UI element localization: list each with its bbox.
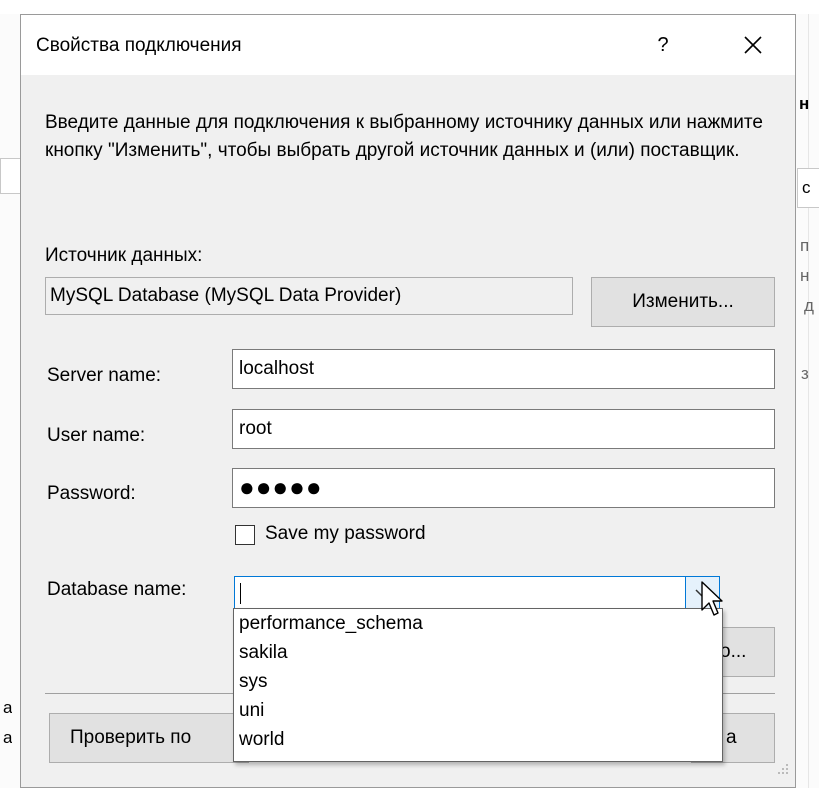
chevron-down-icon bbox=[695, 589, 709, 598]
background-text: з bbox=[801, 364, 809, 383]
dialog-titlebar: Свойства подключения ? bbox=[21, 15, 795, 75]
advanced-button-label: о... bbox=[720, 641, 747, 662]
dialog-title: Свойства подключения bbox=[36, 35, 242, 56]
server-name-input[interactable]: localhost bbox=[232, 349, 775, 389]
database-name-combobox[interactable] bbox=[234, 576, 720, 610]
background-divider bbox=[808, 14, 809, 788]
background-text: а bbox=[3, 728, 13, 747]
help-button[interactable]: ? bbox=[643, 29, 683, 61]
dropdown-arrow-button[interactable] bbox=[685, 577, 719, 609]
background-left-strip bbox=[0, 14, 22, 788]
user-name-label: User name: bbox=[47, 425, 146, 446]
password-mask: ●●●●● bbox=[239, 472, 323, 502]
change-button[interactable]: Изменить... bbox=[591, 277, 775, 327]
dropdown-option[interactable]: sakila bbox=[234, 638, 722, 667]
password-label: Password: bbox=[47, 483, 136, 504]
background-text: с bbox=[802, 178, 811, 197]
test-connection-button[interactable]: Проверить по bbox=[49, 713, 249, 763]
database-dropdown-list: performance_schema sakila sys uni world bbox=[233, 608, 723, 762]
password-input[interactable]: ●●●●● bbox=[232, 468, 775, 508]
data-source-field: MySQL Database (MySQL Data Provider) bbox=[45, 277, 573, 315]
save-password-label[interactable]: Save my password bbox=[265, 523, 426, 545]
dropdown-option[interactable]: world bbox=[234, 725, 722, 754]
save-password-checkbox[interactable] bbox=[235, 525, 255, 545]
background-text: д bbox=[804, 296, 814, 315]
text-caret bbox=[240, 583, 241, 604]
background-text: н bbox=[800, 266, 810, 285]
close-icon bbox=[744, 36, 762, 54]
intro-text: Введите данные для подключения к выбранн… bbox=[45, 112, 763, 161]
dropdown-option[interactable]: performance_schema bbox=[234, 609, 722, 638]
dropdown-option[interactable]: uni bbox=[234, 696, 722, 725]
data-source-label: Источник данных: bbox=[45, 245, 203, 266]
background-text: п bbox=[800, 236, 810, 255]
user-name-input[interactable]: root bbox=[232, 409, 775, 449]
background-text: н bbox=[799, 94, 810, 113]
background-toolbar bbox=[0, 0, 819, 15]
close-button[interactable] bbox=[733, 27, 773, 63]
dropdown-option[interactable]: sys bbox=[234, 667, 722, 696]
background-field-left bbox=[0, 158, 22, 194]
background-text: а bbox=[3, 698, 13, 717]
server-name-label: Server name: bbox=[47, 365, 162, 386]
database-name-label: Database name: bbox=[47, 579, 187, 600]
resize-grip-icon[interactable] bbox=[769, 757, 791, 781]
